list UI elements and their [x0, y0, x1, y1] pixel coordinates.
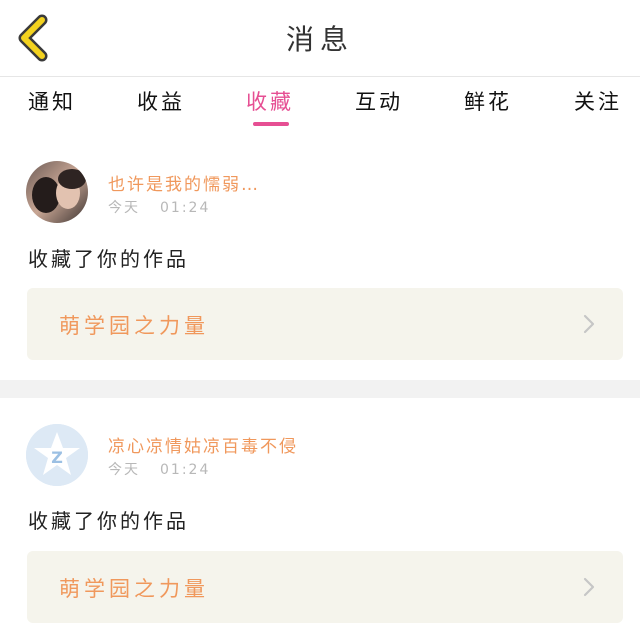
tab-notifications[interactable]: 通知 [28, 86, 76, 116]
tab-bar: 通知 收益 收藏 互动 鲜花 关注 [0, 80, 640, 128]
username[interactable]: 凉心凉情姑凉百毒不侵 [108, 432, 298, 457]
tab-follows[interactable]: 关注 [574, 86, 622, 116]
work-link[interactable]: 萌学园之力量 [27, 288, 623, 360]
work-title: 萌学园之力量 [59, 577, 209, 601]
date-label: 今天 [108, 462, 140, 478]
top-bar: 消息 [0, 0, 640, 76]
qq-default-avatar: Z [26, 424, 88, 486]
work-link[interactable]: 萌学园之力量 [27, 551, 623, 623]
time-label: 01:24 [160, 462, 211, 478]
tab-flowers[interactable]: 鲜花 [464, 86, 512, 116]
action-text: 收藏了你的作品 [28, 247, 189, 271]
chevron-right-icon [583, 577, 595, 597]
chevron-right-icon [583, 314, 595, 334]
username[interactable]: 也许是我的懦弱… [108, 170, 260, 195]
tab-earnings[interactable]: 收益 [137, 86, 185, 116]
svg-text:Z: Z [51, 448, 63, 467]
work-title: 萌学园之力量 [59, 314, 209, 338]
message-item: Z 凉心凉情姑凉百毒不侵 今天 01:24 收藏了你的作品 萌学园之力量 [0, 412, 640, 642]
time-label: 01:24 [160, 200, 211, 216]
message-item: 也许是我的懦弱… 今天 01:24 收藏了你的作品 萌学园之力量 [0, 150, 640, 380]
section-divider [0, 380, 640, 398]
timestamp: 今天 01:24 [108, 459, 210, 479]
avatar[interactable]: Z [26, 424, 88, 486]
action-text: 收藏了你的作品 [28, 509, 189, 533]
avatar[interactable] [26, 161, 88, 223]
page-title: 消息 [285, 23, 354, 56]
tab-favorites[interactable]: 收藏 [246, 86, 294, 116]
header-divider [0, 76, 640, 77]
timestamp: 今天 01:24 [108, 197, 210, 217]
active-tab-indicator [253, 122, 289, 126]
date-label: 今天 [108, 200, 140, 216]
photo-avatar [26, 161, 88, 223]
tab-interactions[interactable]: 互动 [355, 86, 403, 116]
